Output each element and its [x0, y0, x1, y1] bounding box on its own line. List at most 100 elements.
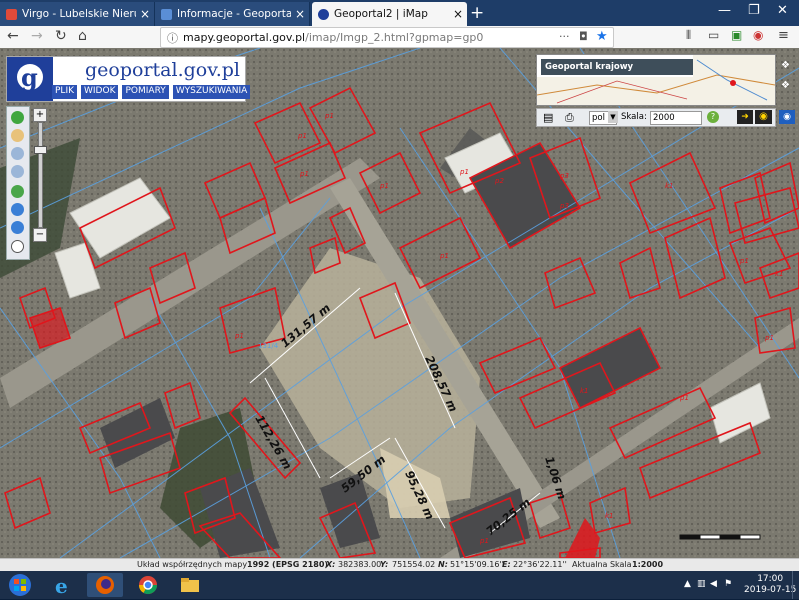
scale-input[interactable]: 2000 [650, 111, 702, 125]
pocket-icon[interactable]: ◘ [579, 30, 588, 43]
back-arrow-icon[interactable] [11, 203, 24, 216]
coord-system-label: Układ współrzędnych mapy [137, 560, 248, 569]
parcel-label: p1 [764, 334, 774, 342]
forward-icon[interactable]: → [31, 28, 43, 44]
zoom-in-tool-icon[interactable] [11, 147, 24, 160]
firefox-icon[interactable] [87, 573, 123, 597]
parcel-label: p2 [494, 177, 504, 185]
legend-icon[interactable]: ▤ [543, 111, 553, 124]
window-close-icon[interactable]: ✕ [777, 3, 788, 18]
info-icon[interactable]: ⓘ [167, 30, 178, 46]
menu-plik[interactable]: PLIK [52, 85, 77, 99]
info-tool-icon[interactable] [11, 111, 24, 124]
back-icon[interactable]: ← [7, 28, 19, 44]
close-icon[interactable]: × [449, 7, 467, 21]
maximize-icon[interactable]: ❐ [748, 3, 760, 18]
address-bar[interactable]: ⓘ mapy.geoportal.gov.pl/imap/Imgp_2.html… [160, 27, 614, 48]
x-label: X: [326, 560, 336, 569]
geoportal-g-icon: g [7, 57, 53, 101]
panel-toggle-icon[interactable]: ❖ [781, 60, 790, 71]
flag-icon[interactable]: ⚑ [724, 579, 732, 589]
library-icon[interactable]: ⫴ [686, 28, 691, 43]
zoom-in-button[interactable]: + [33, 108, 47, 122]
virgo-favicon-icon [6, 8, 17, 20]
chevron-down-icon[interactable]: ▼ [608, 111, 618, 123]
menu-wyszukiwania[interactable]: WYSZUKIWANIA [172, 85, 251, 99]
close-icon[interactable]: × [291, 7, 309, 21]
bookmark-star-icon[interactable]: ★ [596, 29, 608, 44]
start-button[interactable] [2, 573, 38, 597]
parcel-label: k1 [775, 270, 784, 278]
tab-informacje[interactable]: Informacje - Geoportal 2 × [155, 2, 310, 26]
tab-title: Geoportal2 | iMap [334, 8, 428, 20]
parcel-label: p1 [479, 537, 489, 545]
svg-text:e: e [55, 574, 68, 597]
tab-title: Virgo - Lubelskie Nieruchomo [22, 8, 136, 20]
y-label: Y: [380, 560, 389, 569]
parcel-number: 131/4 [258, 342, 279, 350]
menu-icon[interactable]: ≡ [778, 28, 789, 43]
forward-arrow-icon[interactable] [11, 221, 24, 234]
url-text: mapy.geoportal.gov.pl/imap/Imgp_2.html?g… [183, 31, 484, 44]
parcel-label: p1 [379, 182, 389, 190]
chrome-icon[interactable] [130, 573, 166, 597]
tab-title: Informacje - Geoportal 2 [177, 8, 291, 20]
help-icon[interactable]: ? [707, 111, 719, 123]
internet-explorer-icon[interactable]: e [46, 573, 82, 598]
tab-geoportal-imap[interactable]: Geoportal2 | iMap × [312, 2, 467, 26]
panel-toggle-icon[interactable]: ❖ [781, 80, 790, 91]
zoom-slider[interactable]: + − [33, 108, 47, 242]
parcel-label: p1 [324, 112, 334, 120]
parcel-label: k1 [580, 387, 589, 395]
globe-icon[interactable] [11, 185, 24, 198]
more-icon[interactable]: ··· [559, 30, 570, 43]
network-icon[interactable]: ▥ [697, 579, 706, 589]
minimize-icon[interactable]: — [718, 3, 731, 18]
map-scale-bar [679, 534, 761, 540]
show-desktop-button[interactable] [792, 571, 799, 599]
layers-eye-icon[interactable]: ◉ [779, 110, 795, 124]
scale-toolbar: ▤ ⎙ pol ▼ Skala: 2000 ? ➜ ◉ [536, 108, 776, 127]
current-scale-value: 1:2000 [632, 560, 664, 569]
tab-virgo[interactable]: Virgo - Lubelskie Nieruchomo × [0, 2, 155, 26]
parcel-label: k1 [665, 182, 674, 190]
windows-taskbar: e ▲ ▥ ◀ ⚑ 17:00 2019-07-15 [0, 571, 799, 599]
pan-hand-icon[interactable] [11, 129, 24, 142]
clock-time: 17:00 [757, 574, 784, 584]
parcel-label: p1 [439, 252, 449, 260]
logo-text: geoportal.gov.pl [85, 59, 240, 81]
eye-icon[interactable]: ◉ [755, 110, 772, 124]
clear-icon[interactable] [11, 240, 24, 253]
home-icon[interactable]: ⌂ [78, 28, 87, 44]
coord-system-value: 1992 (EPSG 2180) [247, 560, 329, 569]
menu-widok[interactable]: WIDOK [81, 85, 119, 99]
close-icon[interactable]: × [136, 7, 154, 21]
parcel-label: p1 [739, 257, 749, 265]
n-label: N: [438, 560, 448, 569]
arrow-right-icon[interactable]: ➜ [737, 110, 753, 124]
sidebar-icon[interactable]: ▭ [708, 28, 719, 42]
system-clock[interactable]: 17:00 2019-07-15 [744, 574, 796, 596]
zoom-handle[interactable] [34, 146, 47, 154]
file-explorer-icon[interactable] [172, 573, 208, 597]
parcel-label: p1 [679, 394, 689, 402]
n-value: 51°15'09.16'' [450, 560, 504, 569]
zoom-out-button[interactable]: − [33, 228, 47, 242]
parcel-label: p3 [559, 172, 569, 180]
extension-icon[interactable]: ▣ [731, 28, 742, 42]
browser-tab-bar: Virgo - Lubelskie Nieruchomo × Informacj… [0, 0, 799, 26]
browser-nav-bar: ← → ↻ ⌂ ⓘ mapy.geoportal.gov.pl/imap/Img… [0, 26, 799, 49]
parcel-label: k1 [605, 512, 614, 520]
overview-map[interactable]: Geoportal krajowy « [536, 54, 787, 106]
show-hidden-icons[interactable]: ▲ [684, 579, 691, 589]
volume-icon[interactable]: ◀ [710, 579, 717, 589]
new-tab-button[interactable]: + [470, 3, 484, 23]
extension-icon[interactable]: ◉ [753, 28, 763, 42]
app-menu-bar: PLIK WIDOK POMIARY WYSZUKIWANIA [52, 85, 251, 99]
zoom-out-tool-icon[interactable] [11, 165, 24, 178]
menu-pomiary[interactable]: POMIARY [122, 85, 169, 99]
zoom-track[interactable] [38, 122, 43, 228]
reload-icon[interactable]: ↻ [55, 28, 67, 44]
overview-map-image[interactable] [537, 55, 775, 105]
print-icon[interactable]: ⎙ [565, 111, 574, 125]
